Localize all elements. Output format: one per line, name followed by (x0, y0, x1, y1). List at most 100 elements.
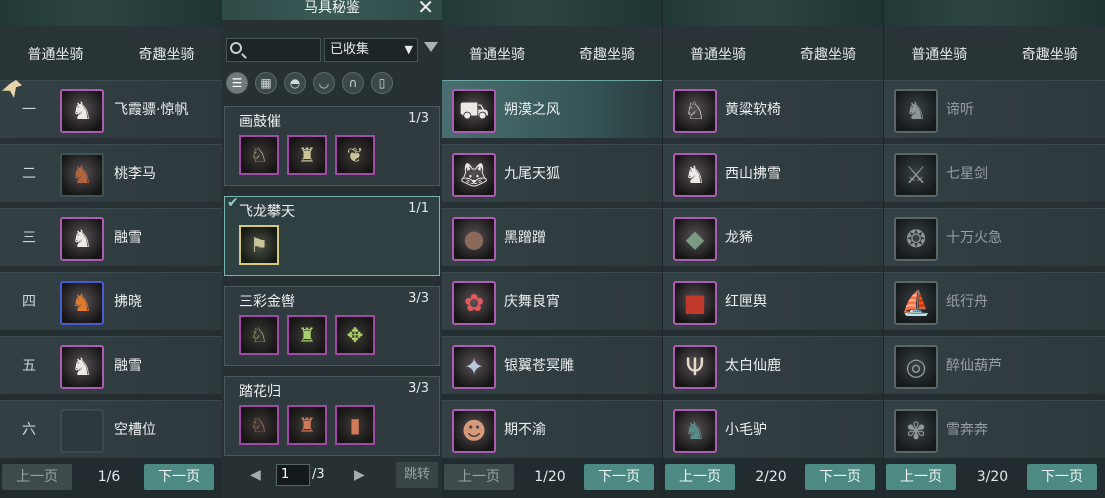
collected-filter-select[interactable]: 已收集 ▼ (324, 38, 418, 62)
mount-name: 银翼苍冥雕 (504, 358, 574, 374)
mount-item[interactable]: Ψ 太白仙鹿 (663, 336, 883, 394)
stirrup-icon[interactable]: ▯ (371, 72, 393, 94)
prev-page-button[interactable]: 上一页 (2, 464, 72, 490)
mount-name: 醉仙葫芦 (946, 358, 1002, 374)
mount-slot-4[interactable]: 四 ♞ 拂晓 (0, 272, 222, 330)
prev-page-button[interactable]: 上一页 (886, 464, 956, 490)
mount-item[interactable]: ✦ 银翼苍冥雕 (442, 336, 662, 394)
page-input[interactable]: 1 (276, 464, 310, 486)
silver-eagle-icon: ✦ (452, 345, 496, 389)
slot-number: 六 (22, 422, 36, 438)
saddle-item-icon[interactable]: ♜ (287, 315, 327, 355)
page-indicator: 3/20 (976, 469, 1009, 485)
collection-pager: ◀ 1 /3 ▶ 跳转 (222, 462, 442, 488)
tab-normal-mounts[interactable]: 普通坐骑 (884, 42, 995, 68)
mount-item[interactable]: ♞ 小毛驴 (663, 400, 883, 458)
mount-name: 期不渝 (504, 422, 546, 438)
mount-item[interactable]: ⛟ 朔漠之风 (442, 80, 662, 138)
stirrup-item-icon[interactable]: ▮ (335, 405, 375, 445)
next-page-button[interactable]: 下一页 (805, 464, 875, 490)
mount-item[interactable]: ✿ 庆舞良宵 (442, 272, 662, 330)
tab-fun-mounts[interactable]: 奇趣坐骑 (995, 42, 1105, 68)
pager: 上一页 1/6 下一页 (0, 464, 222, 490)
mount-item[interactable]: ● 黑蹭蹭 (442, 208, 662, 266)
mount-tabs: 普通坐骑 奇趣坐骑 (0, 42, 222, 68)
tab-fun-mounts[interactable]: 奇趣坐骑 (111, 42, 222, 68)
prev-page-button[interactable]: 上一页 (444, 464, 514, 490)
mount-slot-5[interactable]: 五 ♞ 融雪 (0, 336, 222, 394)
tab-normal-mounts[interactable]: 普通坐骑 (0, 42, 111, 68)
mount-slot-1[interactable]: 一 ♞ 飞霞骠·惊帆 (0, 80, 222, 138)
mount-item[interactable]: ◆ 龙豨 (663, 208, 883, 266)
saddle-item-icon[interactable]: ♜ (287, 405, 327, 445)
gear-set[interactable]: ✔ 飞龙攀天 1/1 ⚑ (224, 195, 440, 276)
mount-item[interactable]: ⚔ 七星剑 (884, 144, 1105, 202)
chariot-icon: ⛟ (452, 89, 496, 133)
gear-set[interactable]: 画鼓催 1/3 ♘ ♜ ❦ (224, 106, 440, 186)
mount-item[interactable]: ☻ 期不渝 (442, 400, 662, 458)
mount-slot-3[interactable]: 三 ♞ 融雪 (0, 208, 222, 266)
mount-name: 太白仙鹿 (725, 358, 781, 374)
next-page-button[interactable]: 下一页 (584, 464, 654, 490)
armor-icon[interactable]: ◡ (313, 72, 335, 94)
slot-number: 二 (22, 166, 36, 182)
filter-icon[interactable] (424, 42, 438, 52)
prev-arrow-icon[interactable]: ◀ (250, 464, 261, 486)
ornament-item-icon[interactable]: ❦ (335, 135, 375, 175)
mount-slot-2[interactable]: 二 ♞ 桃李马 (0, 144, 222, 202)
orange-horse-icon: ♞ (60, 281, 104, 325)
tab-normal-mounts[interactable]: 普通坐骑 (663, 42, 773, 68)
armor-item-icon[interactable]: ✥ (335, 315, 375, 355)
mount-slot-6[interactable]: 六 空槽位 (0, 400, 222, 458)
list-icon[interactable]: ☰ (226, 72, 248, 94)
mount-item[interactable]: ❂ 十万火急 (884, 208, 1105, 266)
white-deer-icon: ♞ (673, 153, 717, 197)
mount-item[interactable]: ♞ 西山拂雪 (663, 144, 883, 202)
bridle-item-icon[interactable]: ♘ (239, 405, 279, 445)
bridle-item-icon[interactable]: ♘ (239, 315, 279, 355)
tab-fun-mounts[interactable]: 奇趣坐骑 (773, 42, 883, 68)
next-page-button[interactable]: 下一页 (1027, 464, 1097, 490)
category-bar: ☰ ▦ ◓ ◡ ∩ ▯ (226, 72, 393, 94)
search-input[interactable] (226, 38, 321, 62)
empty-slot-icon (60, 409, 104, 453)
saddle-icon[interactable]: ◓ (284, 72, 306, 94)
mount-item[interactable]: ◎ 醉仙葫芦 (884, 336, 1105, 394)
gear-set[interactable]: 三彩金辔 3/3 ♘ ♜ ✥ (224, 286, 440, 366)
page-indicator: 1/6 (97, 469, 121, 485)
armor-item-icon[interactable]: ♜ (287, 135, 327, 175)
lantern-item-icon[interactable]: ⚑ (239, 225, 279, 265)
close-icon[interactable]: ✕ (417, 0, 434, 17)
window-title: 马具秘鉴 (304, 0, 360, 16)
set-count: 1/3 (408, 111, 429, 126)
gear-set[interactable]: 踏花归 3/3 ♘ ♜ ▮ (224, 376, 440, 456)
tab-fun-mounts[interactable]: 奇趣坐骑 (552, 42, 662, 68)
mount-name: 朔漠之风 (504, 102, 560, 118)
mount-name: 融雪 (114, 358, 142, 374)
mount-name: 西山拂雪 (725, 166, 781, 182)
mount-item[interactable]: ✾ 雪奔奔 (884, 400, 1105, 458)
mount-name: 小毛驴 (725, 422, 767, 438)
filter-value: 已收集 (330, 42, 370, 57)
mount-list-panel-2: 普通坐骑 奇趣坐骑 ♘ 黄粱软椅 ♞ 西山拂雪 ◆ 龙豨 ■ 红匣舆 Ψ 太白仙… (663, 0, 883, 498)
grid-icon[interactable]: ▦ (255, 72, 277, 94)
prev-page-button[interactable]: 上一页 (665, 464, 735, 490)
mount-item[interactable]: ⛵ 纸行舟 (884, 272, 1105, 330)
black-beast-icon: ● (452, 217, 496, 261)
mount-name: 谛听 (946, 102, 974, 118)
tab-normal-mounts[interactable]: 普通坐骑 (442, 42, 552, 68)
lion-dance-icon: ✿ (452, 281, 496, 325)
set-count: 3/3 (408, 381, 429, 396)
mount-item[interactable]: ■ 红匣舆 (663, 272, 883, 330)
mount-item[interactable]: ♘ 黄粱软椅 (663, 80, 883, 138)
bridle-item-icon[interactable]: ♘ (239, 135, 279, 175)
horseshoe-icon[interactable]: ∩ (342, 72, 364, 94)
mount-item[interactable]: 🦊︎ 九尾天狐 (442, 144, 662, 202)
next-page-button[interactable]: 下一页 (144, 464, 214, 490)
collection-panel: 马具秘鉴 ✕ 已收集 ▼ ☰ ▦ ◓ ◡ ∩ ▯ 画鼓催 1/3 ♘ ♜ ❦ ✔… (222, 0, 442, 498)
next-arrow-icon[interactable]: ▶ (354, 464, 365, 486)
page-indicator: 2/20 (755, 469, 787, 485)
mount-name: 十万火急 (946, 230, 1002, 246)
jump-button[interactable]: 跳转 (396, 462, 438, 488)
mount-item[interactable]: ♞ 谛听 (884, 80, 1105, 138)
